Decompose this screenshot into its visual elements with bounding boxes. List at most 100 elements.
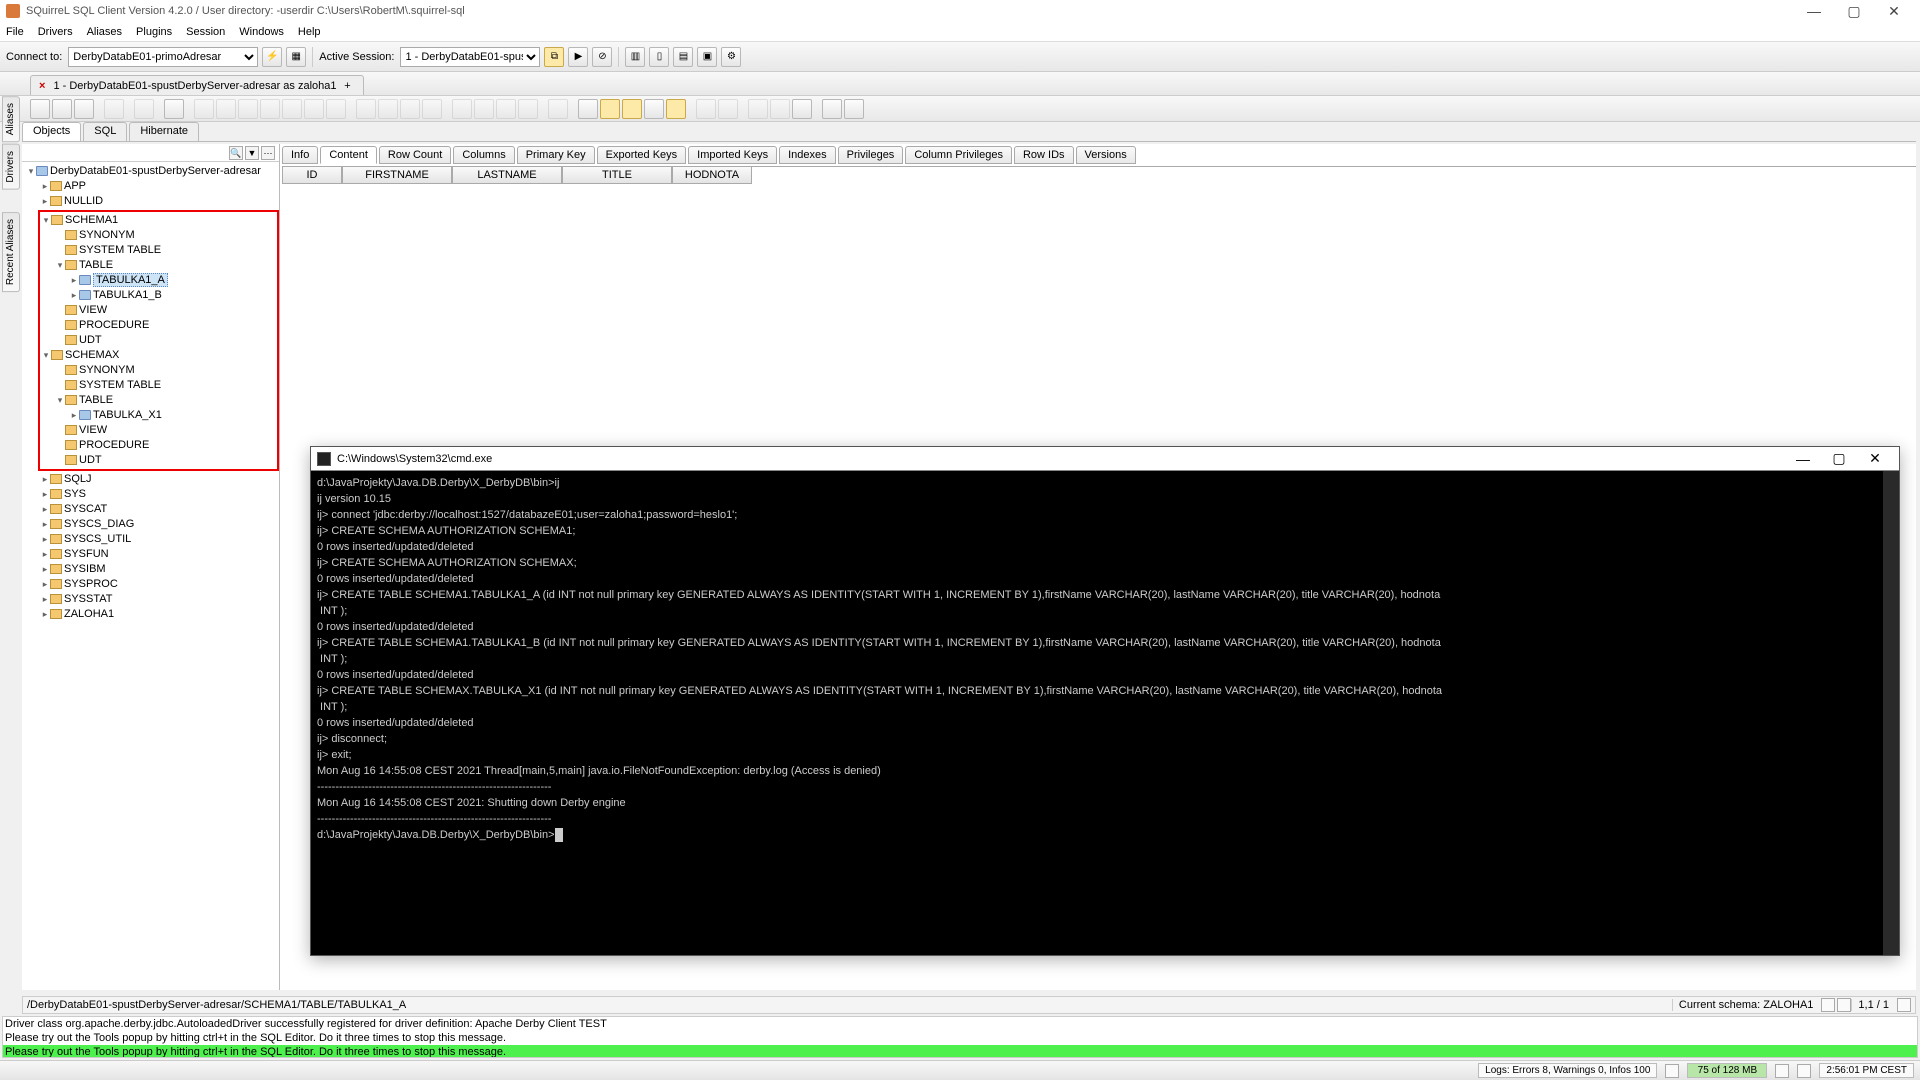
tb-btn-24[interactable]: [622, 99, 642, 119]
tree-sqlj[interactable]: SQLJ: [64, 473, 92, 485]
tree-options-icon[interactable]: ⋯: [261, 146, 275, 160]
tree-sysstat[interactable]: SYSSTAT: [64, 593, 113, 605]
detail-tab-column-privileges[interactable]: Column Privileges: [905, 146, 1012, 164]
detail-tab-info[interactable]: Info: [282, 146, 318, 164]
tree-filter-icon[interactable]: ▼: [245, 146, 259, 160]
tb-btn-3[interactable]: [74, 99, 94, 119]
minimize-button[interactable]: —: [1794, 3, 1834, 19]
view-tab-sql[interactable]: SQL: [83, 122, 127, 141]
menu-help[interactable]: Help: [298, 26, 321, 38]
tb-btn-2[interactable]: [52, 99, 72, 119]
menu-drivers[interactable]: Drivers: [38, 26, 73, 38]
tree-tabulka1a[interactable]: TABULKA1_A: [93, 273, 168, 287]
tb-btn-12[interactable]: [326, 99, 346, 119]
status-logs[interactable]: Logs: Errors 8, Warnings 0, Infos 100: [1478, 1063, 1657, 1078]
tree-syscsdiag[interactable]: SYSCS_DIAG: [64, 518, 134, 530]
tree-nullid[interactable]: NULLID: [64, 195, 103, 207]
tb-btn-7[interactable]: [216, 99, 236, 119]
tree-x-view[interactable]: VIEW: [79, 424, 107, 436]
object-tree[interactable]: ▾DerbyDatabE01-spustDerbyServer-adresar …: [22, 162, 279, 990]
tree-table[interactable]: TABLE: [79, 259, 113, 271]
view-tab-hibernate[interactable]: Hibernate: [129, 122, 199, 141]
session-pin-button[interactable]: ⧉: [544, 47, 564, 67]
close-tab-icon[interactable]: ×: [39, 80, 45, 92]
cascade-button[interactable]: ▤: [673, 47, 693, 67]
grid-col-title[interactable]: TITLE: [562, 167, 672, 184]
detail-tab-exported-keys[interactable]: Exported Keys: [597, 146, 687, 164]
tb-btn-21[interactable]: [548, 99, 568, 119]
tree-sys[interactable]: SYS: [64, 488, 86, 500]
tree-sysproc[interactable]: SYSPROC: [64, 578, 118, 590]
tree-x-systable[interactable]: SYSTEM TABLE: [79, 379, 161, 391]
grid-col-hodnota[interactable]: HODNOTA: [672, 167, 752, 184]
cmd-title-bar[interactable]: C:\Windows\System32\cmd.exe — ▢ ✕: [311, 447, 1899, 471]
cmd-maximize-button[interactable]: ▢: [1821, 450, 1857, 467]
schema-options-icon[interactable]: [1837, 998, 1851, 1012]
maximize-button[interactable]: ▢: [1834, 3, 1874, 20]
tree-root[interactable]: DerbyDatabE01-spustDerbyServer-adresar: [50, 165, 261, 177]
max-button[interactable]: ▣: [697, 47, 717, 67]
tile-v-button[interactable]: ▯: [649, 47, 669, 67]
tb-btn-11[interactable]: [304, 99, 324, 119]
tb-btn-33[interactable]: [844, 99, 864, 119]
close-button[interactable]: ✕: [1874, 3, 1914, 20]
menu-session[interactable]: Session: [186, 26, 225, 38]
status-logs-icon[interactable]: [1665, 1064, 1679, 1078]
grid-col-firstname[interactable]: FIRSTNAME: [342, 167, 452, 184]
tb-btn-20[interactable]: [518, 99, 538, 119]
connect-to-select[interactable]: DerbyDatabE01-primoAdresar: [68, 47, 258, 67]
tree-sysibm[interactable]: SYSIBM: [64, 563, 106, 575]
side-tab-aliases[interactable]: Aliases: [2, 96, 20, 142]
tree-x-udt[interactable]: UDT: [79, 454, 102, 466]
tb-btn-28[interactable]: [718, 99, 738, 119]
tree-x-synonym[interactable]: SYNONYM: [79, 364, 135, 376]
tree-tabulka1b[interactable]: TABULKA1_B: [93, 289, 162, 301]
tree-syscat[interactable]: SYSCAT: [64, 503, 107, 515]
session-run-button[interactable]: ▶: [568, 47, 588, 67]
detail-tab-columns[interactable]: Columns: [453, 146, 514, 164]
side-tab-recent[interactable]: Recent Aliases: [2, 212, 20, 292]
tb-btn-32[interactable]: [822, 99, 842, 119]
tree-sysfun[interactable]: SYSFUN: [64, 548, 109, 560]
detail-tab-row-count[interactable]: Row Count: [379, 146, 451, 164]
detail-tab-primary-key[interactable]: Primary Key: [517, 146, 595, 164]
tb-btn-14[interactable]: [378, 99, 398, 119]
detail-tab-row-ids[interactable]: Row IDs: [1014, 146, 1074, 164]
tb-btn-19[interactable]: [496, 99, 516, 119]
tree-app[interactable]: APP: [64, 180, 86, 192]
tb-btn-30[interactable]: [770, 99, 790, 119]
active-session-select[interactable]: 1 - DerbyDatabE01-spustDerb...: [400, 47, 540, 67]
tb-btn-25[interactable]: [644, 99, 664, 119]
cmd-close-button[interactable]: ✕: [1857, 450, 1893, 467]
cmd-output[interactable]: d:\JavaProjekty\Java.DB.Derby\X_DerbyDB\…: [311, 471, 1899, 955]
tb-btn-13[interactable]: [356, 99, 376, 119]
tb-btn-29[interactable]: [748, 99, 768, 119]
session-tab[interactable]: × 1 - DerbyDatabE01-spustDerbyServer-adr…: [30, 75, 364, 95]
tb-btn-10[interactable]: [282, 99, 302, 119]
tree-search-icon[interactable]: 🔍: [229, 146, 243, 160]
tree-systable[interactable]: SYSTEM TABLE: [79, 244, 161, 256]
tb-btn-1[interactable]: [30, 99, 50, 119]
tree-zaloha1[interactable]: ZALOHA1: [64, 608, 114, 620]
menu-plugins[interactable]: Plugins: [136, 26, 172, 38]
tb-btn-27[interactable]: [696, 99, 716, 119]
tree-udt[interactable]: UDT: [79, 334, 102, 346]
grid-col-id[interactable]: ID: [282, 167, 342, 184]
schema-refresh-icon[interactable]: [1821, 998, 1835, 1012]
cmd-window[interactable]: C:\Windows\System32\cmd.exe — ▢ ✕ d:\Jav…: [310, 446, 1900, 956]
cmd-scrollbar[interactable]: [1883, 471, 1899, 955]
row-nav-icon[interactable]: [1897, 998, 1911, 1012]
detail-tab-indexes[interactable]: Indexes: [779, 146, 836, 164]
tree-schemax[interactable]: SCHEMAX: [65, 349, 119, 361]
tb-btn-8[interactable]: [238, 99, 258, 119]
tb-btn-17[interactable]: [452, 99, 472, 119]
tree-syscsutil[interactable]: SYSCS_UTIL: [64, 533, 131, 545]
side-tab-drivers[interactable]: Drivers: [2, 144, 20, 190]
tb-btn-23[interactable]: [600, 99, 620, 119]
tb-btn-6[interactable]: [194, 99, 214, 119]
menu-aliases[interactable]: Aliases: [87, 26, 122, 38]
tree-synonym[interactable]: SYNONYM: [79, 229, 135, 241]
tb-btn-5[interactable]: [134, 99, 154, 119]
tb-btn-15[interactable]: [400, 99, 420, 119]
prefs-button[interactable]: ⚙: [721, 47, 741, 67]
